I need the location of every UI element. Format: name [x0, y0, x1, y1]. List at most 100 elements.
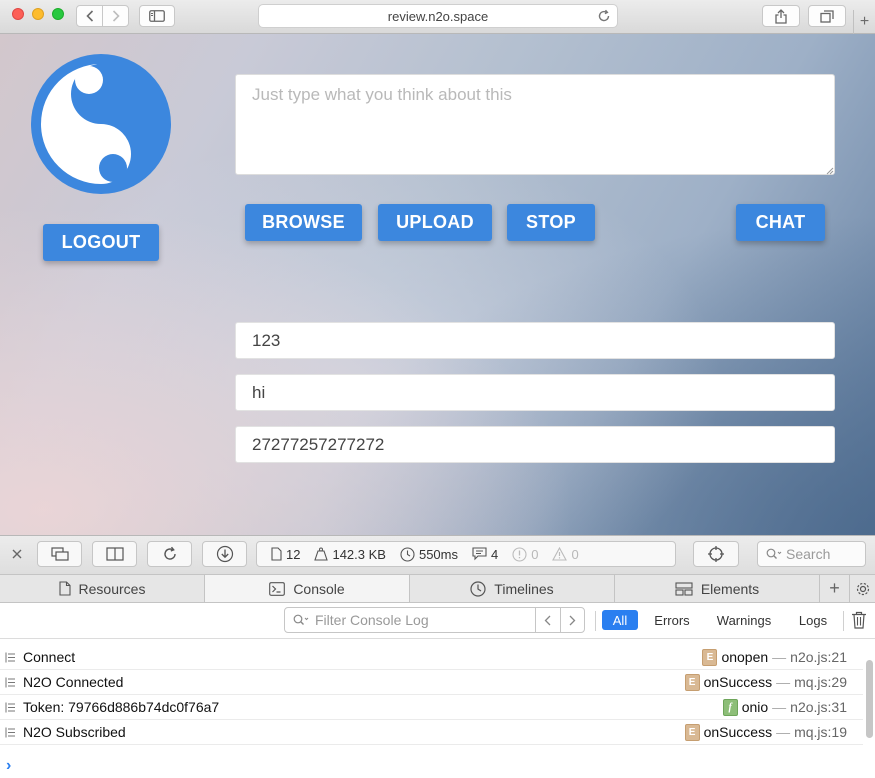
resource-count[interactable]: 12	[271, 547, 300, 562]
download-icon	[216, 545, 233, 563]
log-entry[interactable]: Connect E onopen — n2o.js:21	[0, 645, 863, 670]
browser-toolbar: review.n2o.space +	[0, 0, 875, 34]
log-message: N2O Subscribed	[23, 724, 126, 740]
upload-button[interactable]: UPLOAD	[378, 204, 492, 241]
address-bar[interactable]: review.n2o.space	[258, 4, 618, 28]
inspector-tabs: Resources Console Timelines Elements +	[0, 575, 875, 603]
log-dash: —	[776, 674, 791, 690]
zoom-window-button[interactable]	[52, 8, 64, 20]
close-icon	[12, 549, 22, 559]
gear-icon	[856, 582, 869, 595]
log-dash: —	[776, 724, 791, 740]
filter-console-placeholder: Filter Console Log	[315, 612, 429, 628]
dock-mode-button[interactable]	[37, 541, 82, 567]
dock-side-button[interactable]	[92, 541, 137, 567]
log-entry[interactable]: N2O Subscribed E onSuccess — mq.js:19	[0, 720, 863, 745]
message-input[interactable]	[235, 74, 835, 175]
forward-button[interactable]	[102, 6, 128, 26]
log-entry[interactable]: Token: 79766d886b74dc0f76a7 f onio — n2o…	[0, 695, 863, 720]
tab-resources-label: Resources	[78, 580, 146, 597]
previous-match-button[interactable]	[536, 608, 560, 632]
settings-button[interactable]	[850, 575, 875, 602]
speech-bubble-icon	[472, 547, 487, 561]
chat-label: CHAT	[755, 212, 806, 232]
new-tab-button[interactable]: +	[820, 575, 850, 602]
console-filter-bar: Filter Console Log All Errors Warnings L…	[0, 603, 875, 639]
log-dash: —	[772, 699, 787, 715]
crosshair-icon	[708, 546, 724, 562]
log-count[interactable]: 4	[472, 547, 498, 562]
sidebar-toggle-button[interactable]	[139, 5, 175, 27]
filter-warnings-button[interactable]: Warnings	[710, 610, 778, 630]
share-button[interactable]	[762, 5, 800, 27]
stop-label: STOP	[526, 212, 576, 232]
tab-overview-button[interactable]	[808, 5, 846, 27]
app-logo-icon	[31, 54, 171, 194]
browse-button[interactable]: BROWSE	[245, 204, 362, 241]
next-match-button[interactable]	[559, 608, 585, 632]
filter-nav	[535, 607, 585, 633]
inspector-search[interactable]: Search	[757, 541, 866, 567]
log-source[interactable]: E onSuccess — mq.js:29	[684, 673, 847, 691]
filter-logs-button[interactable]: Logs	[792, 610, 834, 630]
warning-icon	[552, 547, 568, 561]
log-source[interactable]: E onopen — n2o.js:21	[702, 648, 847, 666]
logout-label: LOGOUT	[61, 232, 141, 252]
share-icon	[775, 8, 787, 24]
log-source[interactable]: f onio — n2o.js:31	[722, 698, 847, 716]
minimize-window-button[interactable]	[32, 8, 44, 20]
tab-elements-label: Elements	[700, 580, 760, 597]
tab-elements[interactable]: Elements	[615, 575, 820, 602]
transfer-size[interactable]: 142.3 KB	[314, 547, 386, 562]
stop-button[interactable]: STOP	[507, 204, 595, 241]
sidebar-icon	[149, 10, 165, 22]
event-badge-icon: E	[684, 723, 700, 741]
log-function: onio	[741, 699, 769, 715]
reload-page-button[interactable]	[147, 541, 192, 567]
log-lines-icon	[5, 652, 15, 663]
inspect-element-button[interactable]	[693, 541, 739, 567]
console-icon	[269, 581, 286, 596]
log-lines-icon	[5, 702, 15, 713]
trash-icon[interactable]	[851, 611, 867, 629]
error-count[interactable]: 0	[512, 547, 538, 562]
new-tab-button[interactable]: +	[853, 10, 875, 34]
warning-count-value: 0	[571, 546, 579, 562]
search-icon	[766, 548, 782, 559]
message-item: 27277257277272	[235, 426, 835, 463]
divider	[843, 611, 844, 631]
close-inspector-button[interactable]	[11, 547, 23, 565]
log-lines-icon	[5, 677, 15, 688]
event-badge-icon: E	[702, 648, 718, 666]
logout-button[interactable]: LOGOUT	[43, 224, 159, 261]
console-log: Connect E onopen — n2o.js:21 N2O Connect…	[0, 645, 863, 745]
load-time[interactable]: 550ms	[400, 547, 458, 562]
chat-button[interactable]: CHAT	[736, 204, 825, 241]
tab-resources[interactable]: Resources	[0, 575, 205, 602]
log-location: n2o.js:21	[790, 649, 847, 665]
log-location: mq.js:29	[794, 674, 847, 690]
reload-icon[interactable]	[597, 9, 611, 23]
tab-timelines[interactable]: Timelines	[410, 575, 615, 602]
filter-errors-button[interactable]: Errors	[648, 610, 696, 630]
console-prompt[interactable]: ›	[6, 757, 11, 775]
download-archive-button[interactable]	[202, 541, 247, 567]
plus-icon: +	[829, 578, 840, 598]
message-item: 123	[235, 322, 835, 359]
chevron-left-icon	[544, 615, 551, 625]
log-location: mq.js:19	[794, 724, 847, 740]
upload-label: UPLOAD	[396, 212, 474, 232]
filter-console-input[interactable]: Filter Console Log	[284, 607, 536, 633]
event-badge-icon: E	[684, 673, 700, 691]
tab-console[interactable]: Console	[205, 575, 410, 602]
back-button[interactable]	[77, 6, 102, 26]
close-window-button[interactable]	[12, 8, 24, 20]
console-scrollbar[interactable]	[866, 660, 873, 738]
clock-icon	[400, 546, 415, 562]
error-icon	[512, 546, 527, 562]
chevron-right-icon	[569, 615, 576, 625]
log-source[interactable]: E onSuccess — mq.js:19	[684, 723, 847, 741]
warning-count[interactable]: 0	[552, 546, 579, 562]
log-entry[interactable]: N2O Connected E onSuccess — mq.js:29	[0, 670, 863, 695]
filter-all-button[interactable]: All	[602, 610, 638, 630]
